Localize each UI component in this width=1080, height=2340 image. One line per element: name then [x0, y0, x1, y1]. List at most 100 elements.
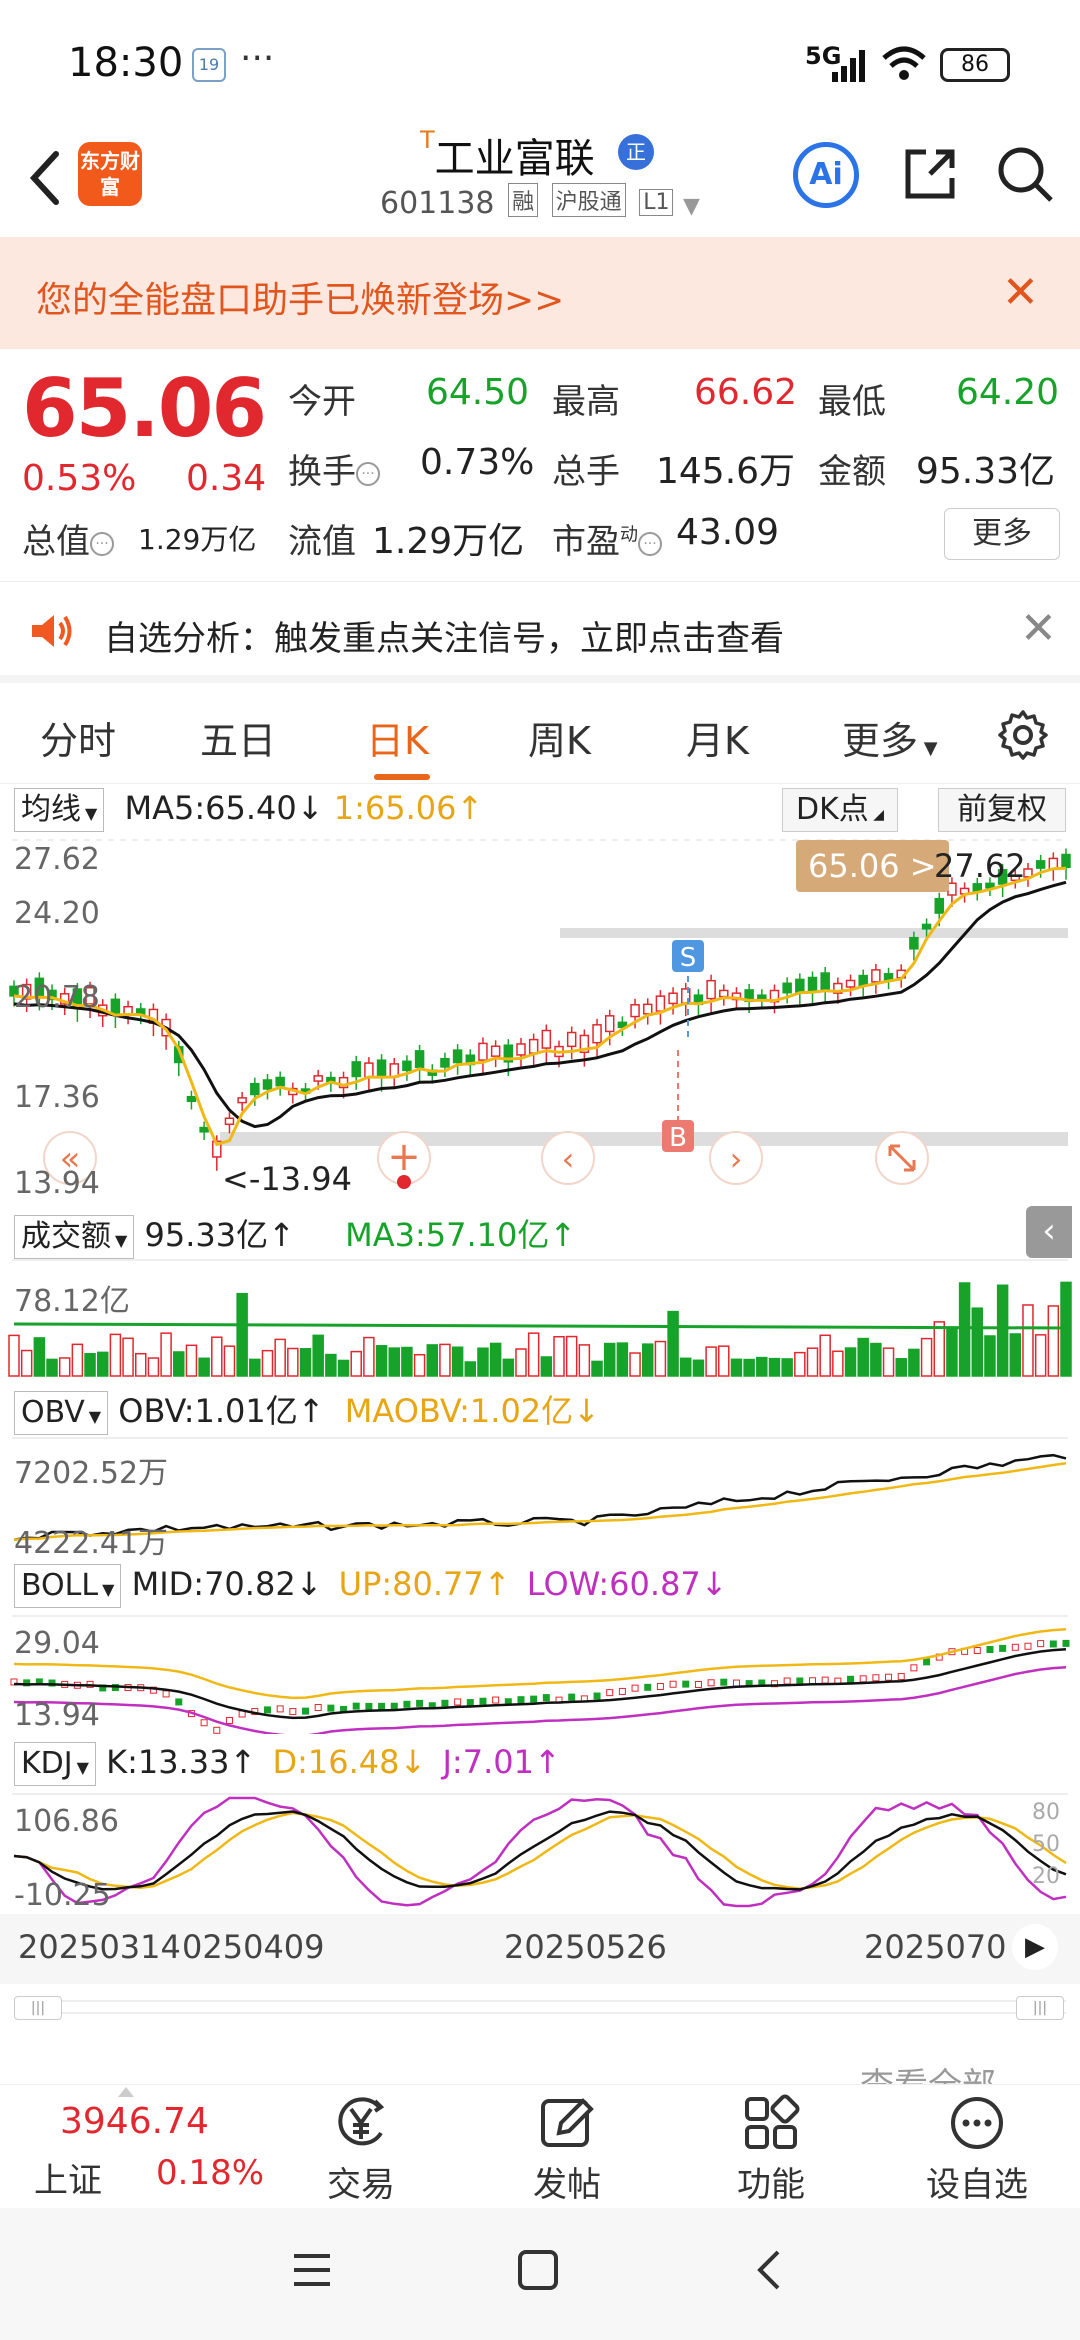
y-label-2: 24.20 — [14, 896, 100, 931]
obv-row: OBV ▼ OBV:1.01亿↑ MAOBV:1.02亿↓ — [14, 1386, 600, 1435]
tag-margin: 融 — [508, 183, 539, 217]
high-price-tag: 27.62 — [934, 847, 1026, 885]
pan-left-icon[interactable]: ‹ — [562, 1140, 575, 1178]
last-price: 65.06 — [22, 362, 267, 455]
candle — [858, 974, 868, 987]
volume-bar — [857, 1337, 869, 1377]
ai-button[interactable]: Ai — [793, 142, 859, 208]
kdj-select[interactable]: KDJ ▼ — [14, 1742, 96, 1786]
volume-bar — [58, 1357, 71, 1377]
obv-select[interactable]: OBV ▼ — [14, 1391, 109, 1435]
candle — [795, 978, 805, 994]
notice-bar[interactable]: 自选分析：触发重点关注信号，立即点击查看 ✕ — [0, 583, 1080, 683]
collapse-icon[interactable]: ‹ — [1026, 1206, 1072, 1258]
tab-more[interactable]: 更多 ▼ — [842, 710, 938, 765]
volume-bar — [96, 1351, 109, 1377]
candle — [820, 972, 830, 991]
volume-bar — [325, 1353, 337, 1377]
candles-group — [9, 848, 1071, 1171]
boll-candle — [517, 1696, 525, 1704]
volume-chart[interactable] — [0, 1258, 1080, 1378]
volume-select[interactable]: 成交额 ▼ — [14, 1215, 135, 1259]
menu-icon[interactable] — [290, 2248, 334, 2292]
candle — [642, 1003, 653, 1015]
volume-bar — [211, 1336, 223, 1377]
open-value: 64.50 — [426, 372, 530, 413]
volume-bar — [515, 1348, 527, 1377]
scroll-handle-right[interactable]: ||| — [1016, 1996, 1064, 2020]
volume-bar — [84, 1352, 96, 1377]
close-icon[interactable]: ✕ — [1002, 267, 1039, 318]
gear-icon[interactable] — [996, 708, 1050, 762]
volume-bar — [591, 1360, 603, 1377]
volume-ma-line — [13, 1322, 1067, 1330]
open-label: 今开 — [288, 382, 356, 422]
search-icon[interactable] — [995, 144, 1055, 204]
ma-row: 均线 ▼ MA5:65.40↓ 1:65.06↑ — [14, 788, 483, 832]
edit-icon — [541, 2098, 594, 2147]
tab-five-day[interactable]: 五日 — [200, 710, 276, 765]
volume-bar — [236, 1292, 248, 1377]
index-pct[interactable]: 0.18% — [156, 2153, 264, 2193]
boll-select[interactable]: BOLL ▼ — [14, 1564, 122, 1608]
notice-text[interactable]: 自选分析：触发重点关注信号，立即点击查看 — [104, 611, 784, 660]
mktcap-label: 总值 ··· — [22, 514, 114, 563]
change-amount: 0.34 — [186, 458, 267, 499]
ma-select[interactable]: 均线 ▼ — [14, 788, 105, 832]
amount-value: 95.33亿 — [916, 451, 1056, 492]
volume-bar — [743, 1358, 755, 1377]
share-icon[interactable] — [900, 144, 960, 204]
volume-bar — [337, 1359, 350, 1377]
volume-bar — [920, 1337, 933, 1377]
home-icon[interactable] — [516, 2248, 560, 2292]
tab-weekly-k[interactable]: 周K — [528, 710, 591, 765]
tab-monthly-k[interactable]: 月K — [686, 710, 749, 765]
index-value[interactable]: 3946.74 — [60, 2101, 209, 2142]
candle — [199, 1126, 209, 1133]
close-icon[interactable]: ✕ — [1020, 603, 1057, 654]
volume-bar — [109, 1333, 122, 1377]
boll-candle — [618, 1687, 626, 1695]
current-price-tag[interactable]: 65.06 > — [796, 840, 949, 892]
pe-label: 市盈动 ··· — [552, 514, 662, 563]
nav-functions[interactable]: 功能 — [706, 2093, 836, 2206]
stock-code: 601138 — [380, 186, 495, 221]
volume-bar — [832, 1350, 844, 1377]
more-button[interactable]: 更多 — [944, 508, 1060, 560]
info-icon[interactable]: ··· — [638, 531, 662, 556]
chevron-down-icon[interactable]: ▼ — [683, 194, 700, 219]
nav-trade[interactable]: 交易 — [296, 2093, 426, 2206]
tag-level: L1 — [639, 189, 674, 216]
adjust-button[interactable]: 前复权 — [938, 788, 1066, 832]
boll-y-label-1: 29.04 — [14, 1626, 100, 1661]
boll-candle — [378, 1702, 386, 1710]
promo-banner[interactable]: 您的全能盘口助手已焕新登场>> ✕ — [0, 237, 1080, 349]
boll-candle — [416, 1699, 424, 1707]
tab-daily-k[interactable]: 日K — [366, 710, 429, 765]
crosshair-icon[interactable]: + — [387, 1134, 421, 1180]
info-icon[interactable]: ··· — [90, 531, 114, 556]
chart-scrollbar[interactable] — [14, 2000, 1066, 2014]
index-name[interactable]: 上证 — [34, 2153, 102, 2202]
kdj-chart[interactable] — [0, 1792, 1080, 1912]
dk-button[interactable]: DK点 ◢ — [782, 788, 898, 832]
pan-right-icon[interactable]: › — [730, 1140, 743, 1178]
candle — [706, 979, 716, 1000]
boll-chart[interactable] — [0, 1614, 1080, 1734]
scroll-handle-left[interactable]: ||| — [14, 1996, 62, 2020]
info-icon[interactable]: ··· — [356, 461, 380, 486]
nav-post[interactable]: 发帖 — [502, 2093, 632, 2206]
volume-bar — [464, 1361, 477, 1377]
tab-intraday[interactable]: 分时 — [40, 710, 116, 765]
view-all-link[interactable]: 查看全部 — [860, 2058, 996, 2084]
hidden-section: 查看全部 — [0, 2034, 1080, 2084]
scroll-right-icon[interactable]: ▶ — [1012, 1924, 1058, 1970]
back-arrow-icon[interactable] — [22, 148, 72, 208]
back-icon[interactable] — [750, 2248, 794, 2292]
date-2: 0250409 — [182, 1928, 325, 1966]
nav-add-watchlist[interactable]: 设自选 — [912, 2093, 1042, 2206]
candle — [757, 994, 767, 1001]
volume-ma3: MA3:57.10亿 — [345, 1216, 550, 1254]
banner-text[interactable]: 您的全能盘口助手已焕新登场>> — [36, 271, 564, 323]
status-more-icon: ··· — [240, 38, 275, 79]
